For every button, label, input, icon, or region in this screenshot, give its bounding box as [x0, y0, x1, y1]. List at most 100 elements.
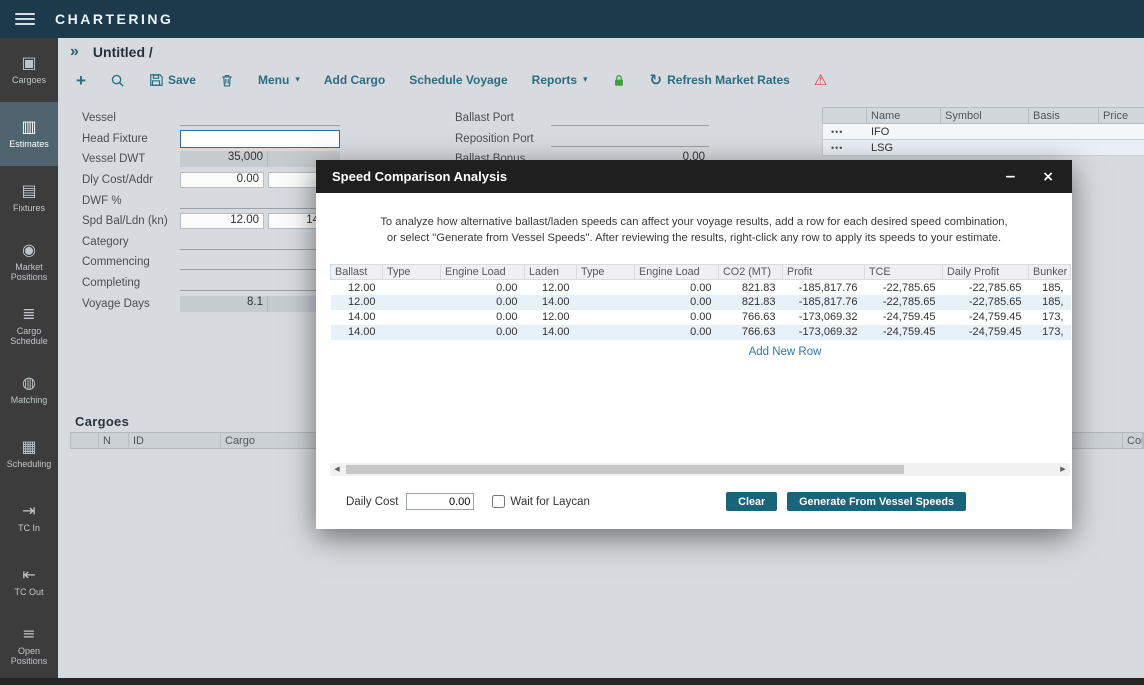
form-row: Vessel DWT 35,000 [82, 149, 340, 170]
speed-comparison-table: Ballast Type Engine Load Laden Type Engi… [330, 264, 1071, 340]
form-row: Reposition Port [455, 129, 709, 150]
field-label: Vessel [82, 112, 180, 124]
table-cell: 173, [1029, 325, 1071, 340]
fixtures-icon: ▤ [21, 183, 36, 199]
cargoes-icon: ▣ [21, 55, 36, 71]
ballast-port-field[interactable] [551, 110, 709, 126]
table-cell: 14.00 [331, 325, 383, 340]
search-icon[interactable] [110, 73, 125, 88]
table-cell [383, 325, 441, 340]
daily-cost-label: Daily Cost [346, 496, 398, 508]
horizontal-scrollbar[interactable]: ◀ ▶ [330, 463, 1070, 476]
table-row[interactable]: ••• LSG [822, 140, 1144, 156]
form-row: Voyage Days 8.1 [82, 293, 340, 314]
table-cell: 0.00 [635, 280, 719, 295]
table-cell: 185, [1029, 280, 1071, 295]
add-cargo-button[interactable]: Add Cargo [324, 73, 385, 87]
dialog-title: Speed Comparison Analysis [332, 169, 507, 184]
vessel-field[interactable] [180, 110, 340, 126]
hamburger-menu-icon[interactable] [15, 10, 35, 28]
reports-button[interactable]: Reports ▾ [532, 73, 588, 87]
tc-out-icon: ⇤ [22, 567, 35, 583]
column-header: CO2 (MT) [719, 265, 783, 280]
scrollbar-thumb[interactable] [346, 465, 904, 474]
table-cell: 0.00 [441, 280, 525, 295]
dialog-titlebar[interactable]: Speed Comparison Analysis − × [316, 160, 1072, 193]
scheduling-icon: ▦ [21, 439, 36, 455]
table-cell: -173,069.32 [783, 310, 865, 325]
field-label: Dly Cost/Addr [82, 174, 180, 186]
wait-for-laycan-label: Wait for Laycan [510, 496, 589, 508]
sidebar-item-market-positions[interactable]: ◉ Market Positions [0, 230, 58, 294]
sidebar-item-tc-out[interactable]: ⇤ TC Out [0, 550, 58, 614]
delete-icon[interactable] [220, 73, 234, 88]
sidebar-item-open-positions[interactable]: ≡ Open Positions [0, 614, 58, 678]
minimize-button[interactable]: − [1005, 170, 1017, 184]
column-header: Engine Load [635, 265, 719, 280]
sidebar-item-label: TC Out [12, 587, 45, 597]
table-cell: 0.00 [441, 325, 525, 340]
save-button[interactable]: Save [149, 73, 196, 87]
speed-ballast-field[interactable]: 12.00 [180, 213, 264, 229]
form-row: Vessel [82, 108, 340, 129]
expand-panel-icon[interactable]: » [70, 44, 79, 60]
estimate-form-left: Vessel Head Fixture Vessel DWT 35,000 Dl… [82, 108, 340, 314]
form-row: Completing [82, 273, 340, 294]
speed-comparison-dialog: Speed Comparison Analysis − × To analyze… [316, 160, 1072, 529]
speed-row[interactable]: 12.00 0.00 12.00 0.00 821.83 -185,817.76… [331, 280, 1071, 295]
table-cell: 14.00 [525, 295, 577, 310]
row-actions-button[interactable]: ••• [823, 127, 867, 137]
clear-button[interactable]: Clear [726, 492, 777, 511]
table-cell [577, 280, 635, 295]
table-cell: 185, [1029, 295, 1071, 310]
estimates-icon: ▥ [21, 119, 36, 135]
table-cell: 821.83 [719, 295, 783, 310]
column-header: Daily Profit [943, 265, 1029, 280]
schedule-voyage-button[interactable]: Schedule Voyage [409, 73, 507, 87]
speed-row[interactable]: 12.00 0.00 14.00 0.00 821.83 -185,817.76… [331, 295, 1071, 310]
menu-button[interactable]: Menu ▾ [258, 73, 300, 87]
table-cell: 821.83 [719, 280, 783, 295]
matching-icon: ◍ [22, 375, 36, 391]
open-positions-icon: ≡ [22, 626, 35, 642]
generate-from-vessel-speeds-button[interactable]: Generate From Vessel Speeds [787, 492, 966, 511]
scroll-right-arrow[interactable]: ▶ [1056, 463, 1070, 476]
reposition-port-field[interactable] [551, 131, 709, 147]
add-new-row-link[interactable]: Add New Row [330, 346, 1070, 358]
lock-icon[interactable] [612, 73, 626, 88]
add-icon[interactable]: + [76, 72, 86, 89]
head-fixture-input[interactable] [180, 130, 340, 148]
table-cell [577, 295, 635, 310]
sidebar-item-estimates[interactable]: ▥ Estimates [0, 102, 58, 166]
tc-in-icon: ⇥ [22, 503, 35, 519]
speed-row[interactable]: 14.00 0.00 14.00 0.00 766.63 -173,069.32… [331, 325, 1071, 340]
daily-cost-input[interactable] [406, 493, 474, 510]
table-cell: 14.00 [525, 325, 577, 340]
scroll-left-arrow[interactable]: ◀ [330, 463, 344, 476]
sidebar-item-cargoes[interactable]: ▣ Cargoes [0, 38, 58, 102]
sidebar-item-label: TC In [16, 523, 42, 533]
row-select-column-header [71, 433, 99, 448]
form-row: Commencing [82, 252, 340, 273]
close-button[interactable]: × [1042, 170, 1054, 184]
refresh-market-rates-button[interactable]: ↻ Refresh Market Rates [650, 73, 790, 88]
wait-for-laycan-checkbox[interactable] [492, 495, 505, 508]
sidebar-item-matching[interactable]: ◍ Matching [0, 358, 58, 422]
sidebar-item-scheduling[interactable]: ▦ Scheduling [0, 422, 58, 486]
sidebar-item-tc-in[interactable]: ⇥ TC In [0, 486, 58, 550]
speed-row[interactable]: 14.00 0.00 12.00 0.00 766.63 -173,069.32… [331, 310, 1071, 325]
column-header: Com [1123, 433, 1143, 448]
form-row: Spd Bal/Ldn (kn) 12.00 14.00 [82, 211, 340, 232]
sidebar-item-cargo-schedule[interactable]: ≣ Cargo Schedule [0, 294, 58, 358]
scrollbar-track[interactable] [344, 463, 1056, 476]
warning-icon[interactable]: ⚠ [814, 73, 827, 88]
row-actions-button[interactable]: ••• [823, 143, 867, 153]
sidebar-item-fixtures[interactable]: ▤ Fixtures [0, 166, 58, 230]
field-label: Commencing [82, 256, 180, 268]
daily-cost-field[interactable]: 0.00 [180, 172, 264, 188]
chevron-down-icon: ▾ [295, 75, 300, 85]
table-cell: -185,817.76 [783, 280, 865, 295]
refresh-icon: ↻ [650, 73, 663, 88]
table-cell: 12.00 [525, 280, 577, 295]
table-row[interactable]: ••• IFO [822, 124, 1144, 140]
